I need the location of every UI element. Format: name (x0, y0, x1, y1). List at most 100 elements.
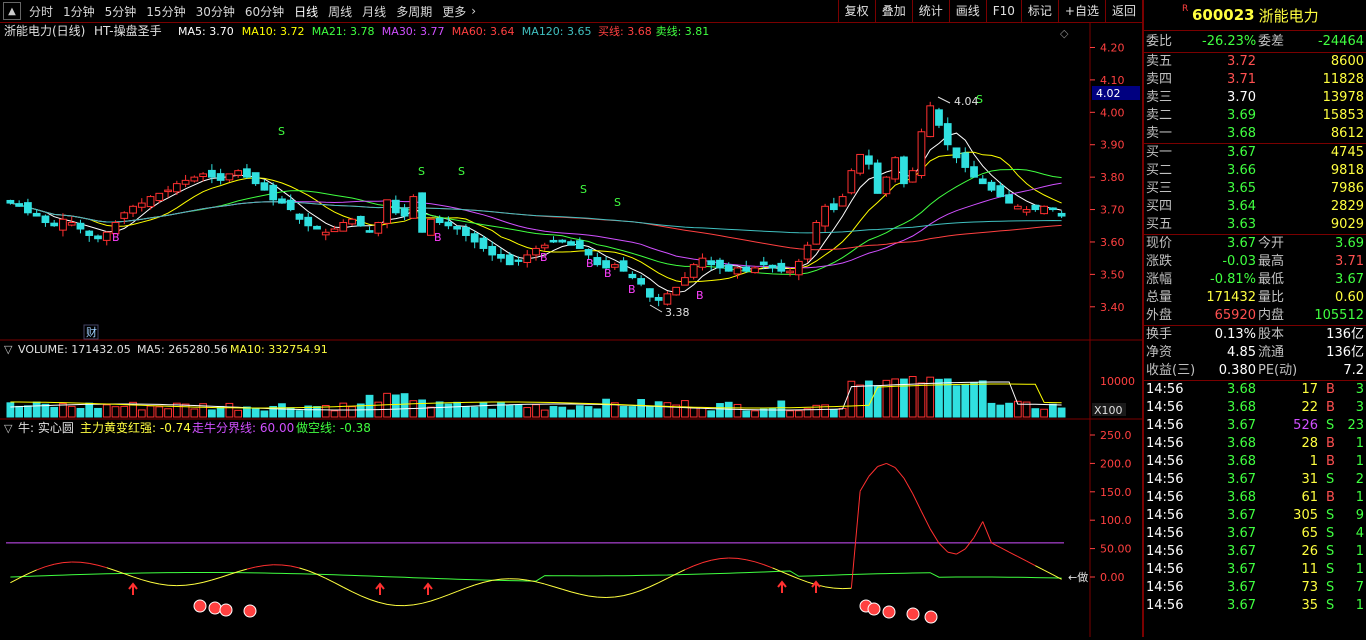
level-volume: 2829 (1294, 198, 1364, 216)
toolbar-button[interactable]: F10 (986, 0, 1021, 22)
period-tab[interactable]: 多周期 (391, 3, 437, 20)
level-price: 3.70 (1202, 89, 1256, 107)
candle-body (892, 158, 899, 179)
candle-body (244, 169, 251, 177)
volume-bar (401, 394, 408, 417)
oscillator-segment (948, 552, 957, 554)
volume-bar (279, 404, 286, 417)
volume-bar (86, 403, 93, 417)
oscillator-segment (992, 543, 1001, 548)
short-line (10, 571, 1061, 581)
indicator-tick-label: 50.00 (1100, 543, 1132, 556)
tick-row: 14:563.6817B3 (1144, 381, 1366, 399)
period-tab[interactable]: 1分钟 (58, 3, 100, 20)
tick-count: 7 (1340, 579, 1364, 597)
candle-body (68, 223, 75, 226)
volume-bar (165, 409, 172, 417)
more-chevron-icon[interactable]: › (471, 4, 481, 18)
tick-price: 3.67 (1202, 417, 1256, 435)
quote-title: R 600023 浙能电力 (1144, 0, 1366, 31)
oscillator-segment (851, 491, 860, 588)
candle-body (454, 227, 461, 229)
volume-bar (988, 403, 995, 417)
period-tab[interactable]: 分时 (24, 3, 58, 20)
candle-body (830, 204, 837, 210)
oscillator-segment (405, 605, 414, 606)
period-tab[interactable]: 30分钟 (191, 3, 240, 20)
volume-bar (226, 403, 233, 417)
toolbar-button[interactable]: 复权 (838, 0, 875, 22)
stock-code[interactable]: 600023 (1192, 6, 1255, 24)
oscillator-segment (151, 582, 160, 584)
level-label: 卖二 (1146, 107, 1172, 125)
volume-bar (585, 407, 592, 417)
indicator-name: HT-操盘圣手 (94, 23, 162, 38)
volume-bar (874, 386, 881, 417)
volume-bar (463, 407, 470, 417)
tick-list[interactable]: 14:563.6817B314:563.6822B314:563.67526S2… (1144, 381, 1366, 615)
oscillator-segment (615, 596, 624, 597)
candle-body (725, 265, 732, 271)
level-price: 3.66 (1202, 162, 1256, 180)
tick-time: 14:56 (1146, 561, 1183, 579)
stock-name[interactable]: 浙能电力 (1259, 5, 1319, 26)
tick-time: 14:56 (1146, 507, 1183, 525)
tick-volume: 526 (1258, 417, 1318, 435)
tick-volume: 26 (1258, 543, 1318, 561)
tick-row: 14:563.6773S7 (1144, 579, 1366, 597)
tick-time: 14:56 (1146, 489, 1183, 507)
period-tab[interactable]: 60分钟 (240, 3, 289, 20)
candle-body (340, 223, 347, 232)
bull-circle-icon (209, 602, 221, 614)
volume-collapse-icon[interactable]: ▽ (4, 343, 13, 356)
level-price: 3.72 (1202, 53, 1256, 71)
toolbar-button[interactable]: +自选 (1058, 0, 1105, 22)
volume-y-tick: 10000 (1100, 375, 1135, 388)
stat-row: 现价3.67今开3.69 (1144, 235, 1366, 253)
tick-time: 14:56 (1146, 471, 1183, 489)
volume-bar (112, 407, 119, 417)
diamond-icon[interactable]: ◇ (1060, 27, 1069, 40)
candle-body (436, 218, 443, 222)
candle-body (173, 184, 180, 192)
stat-value: 3.71 (1304, 253, 1364, 271)
indicator-tick-label: 150.0 (1100, 486, 1132, 499)
volume-bar (331, 411, 338, 417)
period-tab[interactable]: 5分钟 (100, 3, 142, 20)
period-tab[interactable]: 更多 (437, 3, 471, 20)
period-tab[interactable]: 15分钟 (141, 3, 190, 20)
buy-signal: B (604, 267, 612, 280)
tick-time: 14:56 (1146, 543, 1183, 561)
level-volume: 8600 (1294, 53, 1364, 71)
candle-body (682, 278, 689, 286)
buy-arrow-icon (778, 582, 786, 593)
level-volume: 9818 (1294, 162, 1364, 180)
toolbar-button[interactable]: 标记 (1021, 0, 1058, 22)
tick-volume: 28 (1258, 435, 1318, 453)
y-tick-label: 3.90 (1100, 139, 1125, 152)
y-tick-label: 4.00 (1100, 106, 1125, 119)
toolbar-button[interactable]: 叠加 (875, 0, 912, 22)
indicator-collapse-icon[interactable]: ▽ (4, 422, 13, 435)
stat-label: 总量 (1146, 289, 1172, 307)
period-tab[interactable]: 周线 (323, 3, 357, 20)
oscillator-segment (466, 585, 475, 588)
oscillator-segment (536, 582, 545, 584)
oscillator-segment (554, 587, 563, 590)
volume-bar (121, 406, 128, 417)
toolbar-button[interactable]: 返回 (1105, 0, 1142, 22)
volume-bar (717, 404, 724, 417)
period-tab[interactable]: 日线 (289, 3, 323, 20)
volume-bar (883, 380, 890, 417)
buy-signal: B (586, 257, 594, 270)
extra-value: 136亿 (1304, 326, 1364, 344)
buy-level: 买五3.639029 (1144, 216, 1366, 234)
ma-legend-item: MA120: 3.65 (522, 25, 592, 38)
kline-chart[interactable]: 浙能电力(日线) HT-操盘圣手 MA5: 3.70MA10: 3.72MA21… (0, 23, 1142, 637)
toolbar-button[interactable]: 统计 (912, 0, 949, 22)
corner-menu-icon[interactable]: ▲ (3, 2, 21, 20)
toolbar-button[interactable]: 画线 (949, 0, 986, 22)
volume-bar (33, 402, 40, 417)
period-tab[interactable]: 月线 (357, 3, 391, 20)
stat-value: 0.60 (1304, 289, 1364, 307)
